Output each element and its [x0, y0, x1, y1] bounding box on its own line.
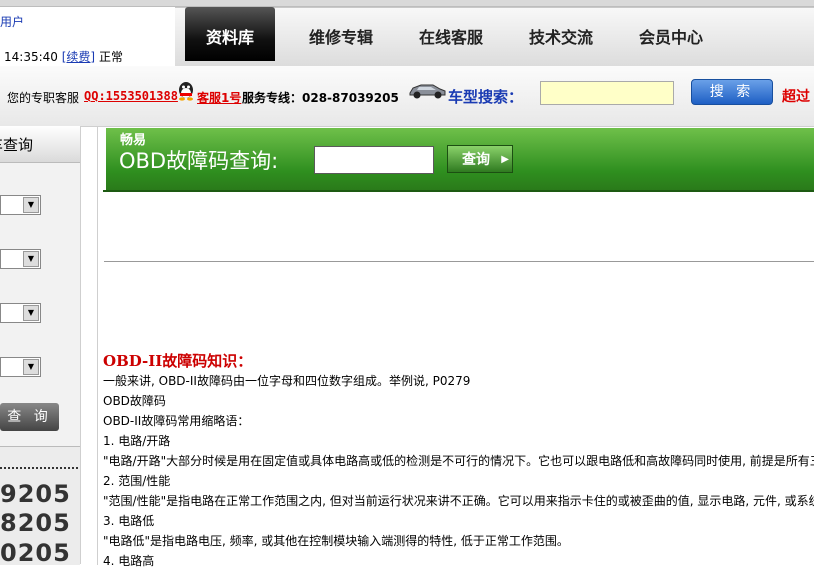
sidebar-query-button[interactable]: 查 询 [0, 403, 59, 431]
nav-tab-repair-album[interactable]: 维修专辑 [296, 7, 386, 65]
obd-query-button[interactable]: 查询 ▶ [447, 145, 513, 173]
knowledge-line: 4. 电路高 [103, 554, 155, 568]
qq-link[interactable]: QQ:1553501388 [84, 89, 178, 103]
renew-link[interactable]: [续费] [62, 50, 95, 64]
obd-code-input[interactable] [314, 146, 434, 174]
nav-tab-online-service[interactable]: 在线客服 [406, 7, 496, 65]
user-label: 用户 [0, 15, 25, 29]
nav-tab-member-center[interactable]: 会员中心 [626, 7, 716, 65]
arrow-right-icon: ▶ [501, 154, 509, 165]
account-status: 正常 [98, 50, 123, 64]
sidebar-number: 0205 [0, 539, 71, 567]
sidebar-select-3[interactable]: ▼ [0, 303, 41, 323]
chevron-down-icon: ▼ [23, 359, 39, 375]
knowledge-line: "电路低"是指电路电压, 频率, 或其他在控制模块输入端测得的特性, 低于正常工… [103, 534, 569, 548]
service-hotline: 服务专线：028-87039205 [242, 91, 399, 105]
knowledge-title: OBD-II故障码知识： [103, 352, 253, 370]
qq-penguin-icon[interactable] [176, 81, 196, 101]
session-status: 14:35:40 [续费] 正常 [4, 48, 123, 65]
sidebar-number: 9205 [0, 480, 71, 508]
search-button[interactable]: 搜 索 [691, 79, 773, 105]
sidebar-select-4[interactable]: ▼ [0, 357, 41, 377]
car-search-input[interactable] [540, 81, 674, 105]
knowledge-line: 3. 电路低 [103, 514, 155, 528]
dotted-divider [0, 467, 78, 469]
chevron-down-icon: ▼ [23, 197, 39, 213]
car-icon [407, 80, 447, 100]
knowledge-line: OBD故障码 [103, 394, 166, 408]
knowledge-line: "电路/开路"大部分时候是用在固定值或具体电路高或低的检测是不可行的情况下。它也… [103, 454, 814, 468]
knowledge-line: OBD-II故障码常用缩略语： [103, 414, 250, 428]
chevron-down-icon: ▼ [23, 305, 39, 321]
banner-accent [103, 128, 106, 190]
sidebar-select-1[interactable]: ▼ [0, 195, 41, 215]
top-rule [0, 0, 814, 7]
knowledge-line: 一般来讲, OBD-II故障码由一位字母和四位数字组成。举例说, P0279 [103, 374, 471, 388]
nav-tab-tech-exchange[interactable]: 技术交流 [516, 7, 606, 65]
chevron-down-icon: ▼ [23, 251, 39, 267]
divider [104, 261, 814, 262]
sidebar-select-2[interactable]: ▼ [0, 249, 41, 269]
obd-query-button-label: 查询 [462, 152, 490, 168]
exceed-label: 超过 [782, 89, 810, 105]
sidebar-title: 车查询 [0, 126, 80, 163]
sidebar-number: 8205 [0, 509, 71, 537]
service-label: 您的专职客服 [7, 91, 80, 105]
knowledge-line: 1. 电路/开路 [103, 434, 171, 448]
car-search-label: 车型搜索： [448, 88, 524, 106]
obd-query-label: OBD故障码查询: [119, 149, 279, 173]
knowledge-line: 2. 范围/性能 [103, 474, 171, 488]
session-time: 14:35:40 [4, 50, 58, 64]
nav-tab-library[interactable]: 资料库 [185, 7, 275, 61]
knowledge-line: "范围/性能"是指电路在正常工作范围之内, 但对当前运行状况来讲不正确。它可以用… [103, 494, 814, 508]
customer-service-link[interactable]: 客服1号 [197, 89, 241, 106]
